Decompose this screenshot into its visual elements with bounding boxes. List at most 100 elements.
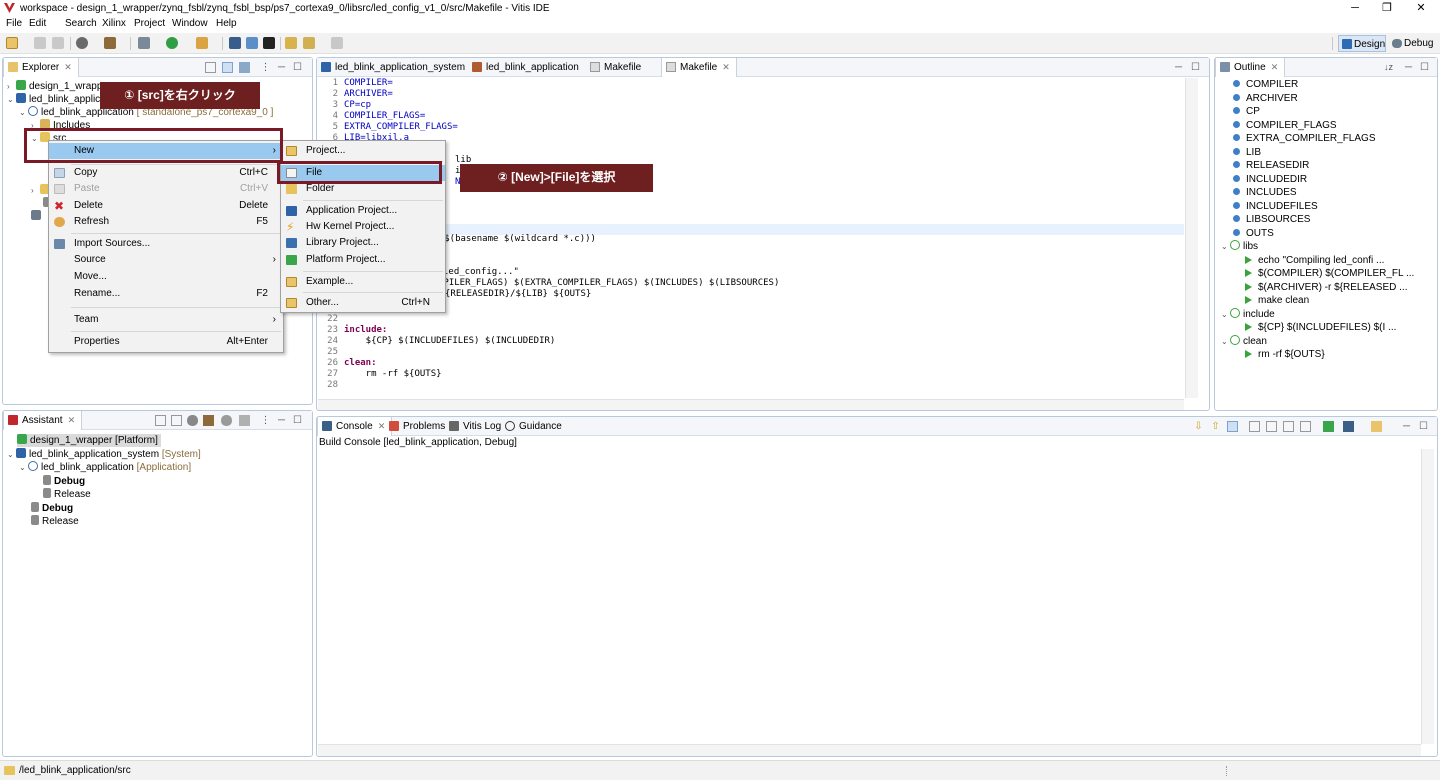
console-hscrollbar[interactable] [318, 744, 1421, 756]
tab-guidance[interactable]: Guidance [501, 417, 568, 436]
close-button[interactable]: ✕ [1404, 0, 1438, 17]
menu-item-properties[interactable]: Properties Alt+Enter [49, 334, 283, 350]
perspective-design-button[interactable]: Design [1338, 35, 1386, 52]
submenu-item-platform-project[interactable]: Platform Project... [281, 252, 445, 268]
outline-item[interactable]: make clean [1245, 294, 1309, 307]
prev-error-icon[interactable]: ⇧ [1210, 421, 1221, 432]
outline-item[interactable]: $(ARCHIVER) -r ${RELEASED ... [1245, 281, 1407, 294]
build-hammer-icon[interactable] [203, 415, 214, 426]
save-all-icon[interactable] [52, 37, 64, 49]
collapse-all-icon[interactable] [205, 62, 216, 73]
menu-item-import-sources[interactable]: Import Sources... [49, 236, 283, 252]
minimize-button[interactable]: ─ [1338, 0, 1372, 17]
outline-item[interactable]: OUTS [1233, 227, 1274, 240]
submenu-item-example[interactable]: Example... [281, 274, 445, 290]
close-icon[interactable]: ✕ [68, 415, 76, 425]
menu-search[interactable]: Search [65, 18, 97, 29]
outline-item[interactable]: INCLUDEFILES [1233, 200, 1318, 213]
assistant-item-platform[interactable]: design_1_wrapper [Platform] [17, 434, 161, 447]
maximize-view-icon[interactable]: ☐ [1419, 62, 1430, 73]
scroll-lock-icon[interactable] [1266, 421, 1277, 432]
chevron-right-icon[interactable]: › [7, 80, 16, 93]
maximize-view-icon[interactable]: ☐ [292, 415, 303, 426]
view-menu-icon[interactable]: ⋮ [260, 62, 271, 73]
menu-file[interactable]: File [6, 18, 22, 29]
assistant-item-system[interactable]: ⌄ led_blink_application_system [System] [7, 447, 201, 461]
xsct-icon[interactable] [246, 37, 258, 49]
outline-target-include[interactable]: ⌄ include [1221, 307, 1275, 321]
tab-console[interactable]: Console ✕ [317, 417, 393, 436]
submenu-item-application-project[interactable]: Application Project... [281, 203, 445, 219]
console-scrollbar[interactable] [1421, 449, 1434, 744]
menu-item-rename[interactable]: Rename... F2 [49, 286, 283, 302]
outline-item[interactable]: rm -rf ${OUTS} [1245, 348, 1325, 361]
tab-vitis-log[interactable]: Vitis Log [445, 417, 507, 436]
maximize-view-icon[interactable]: ☐ [1190, 62, 1201, 73]
minimize-view-icon[interactable]: ─ [276, 62, 287, 73]
maximize-button[interactable]: ❐ [1370, 0, 1404, 17]
next-error-icon[interactable]: ⇩ [1193, 421, 1204, 432]
filter-icon[interactable] [239, 62, 250, 73]
save-icon[interactable] [34, 37, 46, 49]
outline-item[interactable]: $(COMPILER) $(COMPILER_FL ... [1245, 267, 1414, 280]
outline-item[interactable]: INCLUDEDIR [1233, 173, 1307, 186]
chevron-down-icon[interactable]: ⌄ [19, 106, 28, 119]
minimize-view-icon[interactable]: ─ [1401, 421, 1412, 432]
menu-item-refresh[interactable]: Refresh F5 [49, 214, 283, 230]
assistant-item-release-system[interactable]: Release [31, 515, 79, 528]
pin-console-icon[interactable] [1323, 421, 1334, 432]
close-icon[interactable]: ✕ [722, 62, 730, 72]
chevron-down-icon[interactable]: ⌄ [19, 461, 28, 474]
menu-item-paste[interactable]: Paste Ctrl+V [49, 181, 283, 197]
tab-application[interactable]: led_blink_application [468, 58, 585, 77]
chevron-down-icon[interactable]: ⌄ [7, 448, 16, 461]
maximize-view-icon[interactable]: ☐ [1418, 421, 1429, 432]
outline-item[interactable]: COMPILER_FLAGS [1233, 119, 1337, 132]
tab-makefile-1[interactable]: Makefile [586, 58, 647, 77]
external-tools-icon[interactable] [196, 37, 208, 49]
editor-scrollbar[interactable] [1185, 78, 1198, 398]
tab-outline[interactable]: Outline ✕ [1215, 58, 1286, 77]
menu-project[interactable]: Project [134, 18, 165, 29]
tree-item-design-wrapper[interactable]: › design_1_wrappe [7, 80, 108, 93]
editor-hscrollbar[interactable] [318, 399, 1184, 410]
minimize-view-icon[interactable]: ─ [1173, 62, 1184, 73]
collapse-all-icon[interactable] [155, 415, 166, 426]
back-icon[interactable] [303, 37, 315, 49]
menu-item-move[interactable]: Move... [49, 269, 283, 285]
chevron-down-icon[interactable]: ⌄ [1221, 240, 1230, 253]
close-icon[interactable]: ✕ [1271, 62, 1279, 72]
perspective-debug-button[interactable]: Debug [1389, 35, 1435, 52]
console-icon[interactable] [263, 37, 275, 49]
outline-item[interactable]: RELEASEDIR [1233, 159, 1309, 172]
assistant-item-debug-system[interactable]: Debug [31, 501, 73, 515]
tab-assistant[interactable]: Assistant ✕ [3, 411, 83, 430]
run-icon[interactable] [166, 37, 178, 49]
tree-item-system[interactable]: ⌄ led_blink_applica [7, 93, 106, 106]
new-icon[interactable] [6, 37, 18, 49]
build-hammer-icon[interactable] [104, 37, 116, 49]
menu-xilinx[interactable]: Xilinx [102, 18, 126, 29]
assistant-item-release[interactable]: Release [43, 488, 91, 501]
menu-item-delete[interactable]: ✖ Delete Delete [49, 198, 283, 214]
outline-item[interactable]: ARCHIVER [1233, 92, 1298, 105]
sort-icon[interactable]: ↓z [1383, 62, 1394, 73]
tab-problems[interactable]: Problems [385, 417, 451, 436]
tab-makefile-2[interactable]: Makefile ✕ [661, 58, 737, 77]
settings-gear-icon[interactable] [187, 415, 198, 426]
debug-bug-icon[interactable] [239, 415, 250, 426]
outline-item[interactable]: EXTRA_COMPILER_FLAGS [1233, 132, 1375, 145]
submenu-item-other[interactable]: Other... Ctrl+N [281, 295, 445, 311]
run-icon[interactable] [221, 415, 232, 426]
outline-item[interactable]: INCLUDES [1233, 186, 1297, 199]
chevron-down-icon[interactable]: ⌄ [1221, 308, 1230, 321]
debug-bug-icon[interactable] [138, 37, 150, 49]
forward-icon[interactable] [331, 37, 343, 49]
target-icon[interactable] [76, 37, 88, 49]
menu-edit[interactable]: Edit [29, 18, 46, 29]
outline-item[interactable]: LIB [1233, 146, 1261, 159]
menu-window[interactable]: Window [172, 18, 208, 29]
terminal-icon[interactable] [229, 37, 241, 49]
word-wrap-icon[interactable] [1283, 421, 1294, 432]
menu-item-copy[interactable]: Copy Ctrl+C [49, 165, 283, 181]
